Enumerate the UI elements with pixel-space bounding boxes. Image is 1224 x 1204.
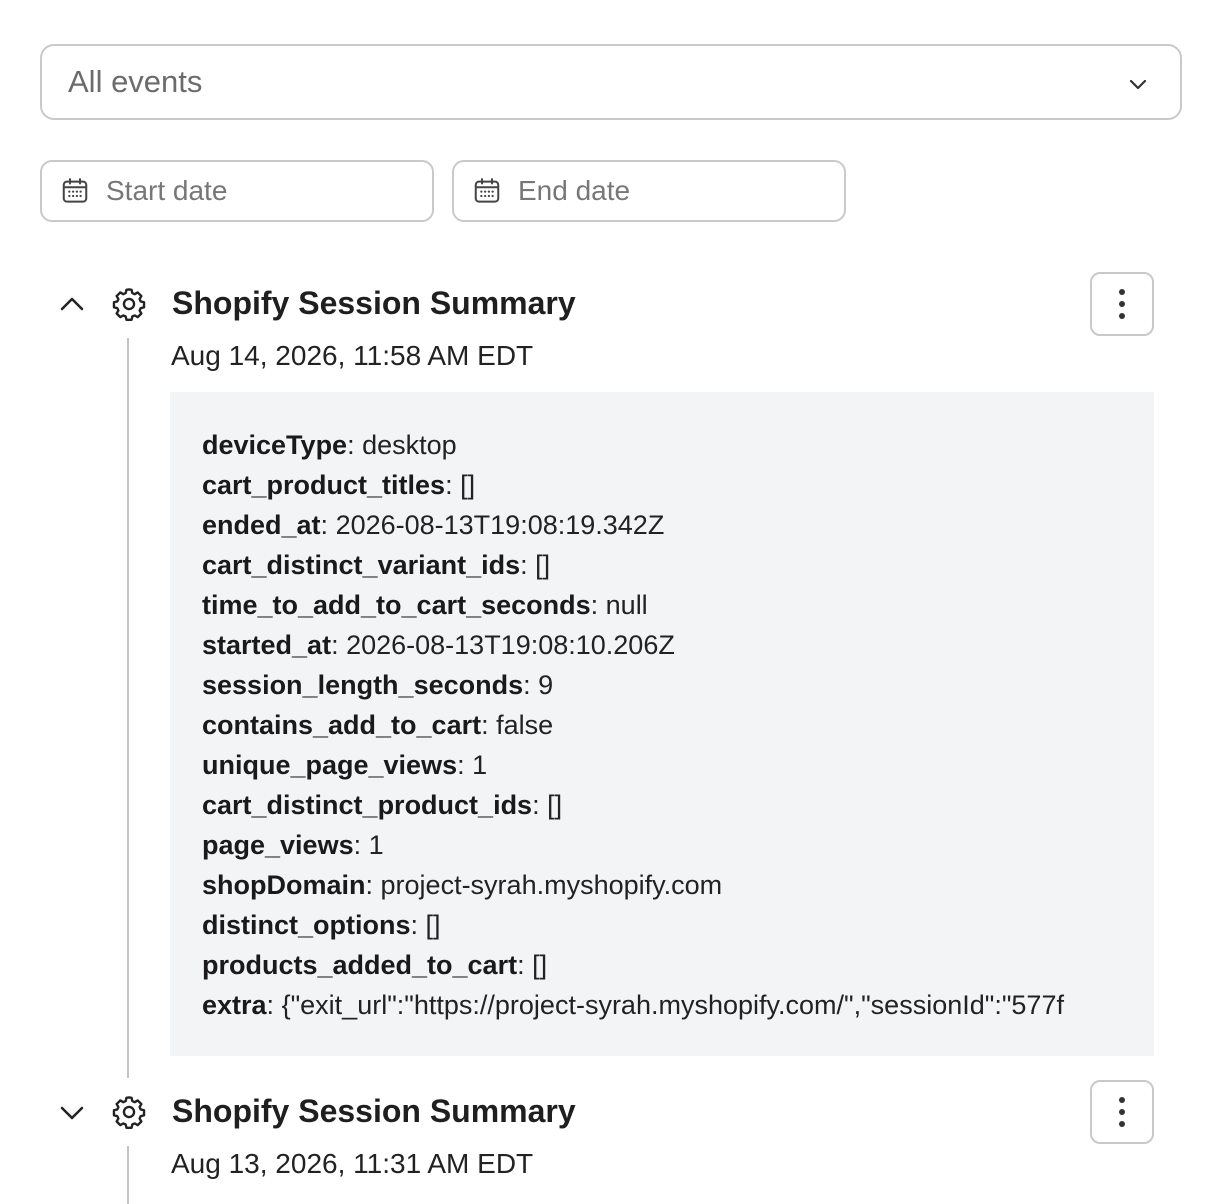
event-filter-value: All events	[68, 64, 203, 99]
property-value: project-syrah.myshopify.com	[380, 870, 723, 900]
property-row: contains_add_to_cart: false	[202, 710, 554, 740]
property-key: cart_product_titles	[202, 470, 446, 500]
property-row: started_at: 2026-08-13T19:08:10.206Z	[202, 630, 675, 660]
property-value: []	[535, 550, 551, 580]
property-value: 1	[472, 750, 488, 780]
property-row: time_to_add_to_cart_seconds: null	[202, 590, 648, 620]
property-key: time_to_add_to_cart_seconds	[202, 590, 591, 620]
property-key: started_at	[202, 630, 332, 660]
more-vertical-icon	[1119, 289, 1125, 295]
property-key: shopDomain	[202, 870, 366, 900]
chevron-up-icon[interactable]	[57, 289, 87, 319]
property-row: cart_distinct_product_ids: []	[202, 790, 563, 820]
property-key: distinct_options	[202, 910, 411, 940]
event-properties-panel: deviceType: desktop cart_product_titles:…	[170, 392, 1154, 1056]
property-value: 1	[368, 830, 384, 860]
property-value: 2026-08-13T19:08:19.342Z	[335, 510, 665, 540]
chevron-down-icon[interactable]	[57, 1098, 87, 1128]
event-title: Shopify Session Summary	[172, 285, 576, 321]
property-key: extra	[202, 990, 267, 1020]
property-key: page_views	[202, 830, 354, 860]
property-key: ended_at	[202, 510, 321, 540]
property-value: false	[496, 710, 554, 740]
start-date-input[interactable]	[106, 175, 406, 207]
property-row: cart_product_titles: []	[202, 470, 476, 500]
more-vertical-icon	[1119, 1097, 1125, 1103]
event-timestamp: Aug 14, 2026, 11:58 AM EDT	[171, 340, 534, 371]
event-menu-button[interactable]	[1090, 272, 1154, 336]
property-key: contains_add_to_cart	[202, 710, 482, 740]
property-key: deviceType	[202, 430, 348, 460]
chevron-down-icon	[1129, 79, 1147, 90]
calendar-icon	[62, 178, 88, 203]
property-key: cart_distinct_product_ids	[202, 790, 533, 820]
timeline-line	[127, 338, 129, 1078]
property-row: page_views: 1	[202, 830, 384, 860]
property-value: desktop	[362, 430, 457, 460]
property-value: null	[605, 590, 648, 620]
property-row: products_added_to_cart: []	[202, 950, 548, 980]
property-row: session_length_seconds: 9	[202, 670, 554, 700]
property-value: 2026-08-13T19:08:10.206Z	[346, 630, 675, 660]
property-row: unique_page_views: 1	[202, 750, 488, 780]
end-date-field[interactable]	[452, 160, 846, 222]
property-value: []	[425, 910, 441, 940]
property-value: 9	[538, 670, 554, 700]
event-timestamp: Aug 13, 2026, 11:31 AM EDT	[171, 1148, 534, 1179]
property-row: shopDomain: project-syrah.myshopify.com	[202, 870, 723, 900]
event-menu-button[interactable]	[1090, 1080, 1154, 1144]
property-value: []	[532, 950, 548, 980]
event-filter-select[interactable]: All events	[40, 44, 1182, 120]
property-row: cart_distinct_variant_ids: []	[202, 550, 551, 580]
property-value: []	[547, 790, 563, 820]
property-row: extra: {"exit_url":"https://project-syra…	[202, 990, 1064, 1020]
property-value: []	[460, 470, 476, 500]
gear-icon	[112, 288, 146, 322]
timeline-line	[127, 1146, 129, 1204]
property-key: products_added_to_cart	[202, 950, 518, 980]
calendar-icon	[474, 178, 500, 203]
property-value: {"exit_url":"https://project-syrah.mysho…	[281, 990, 1064, 1020]
property-key: session_length_seconds	[202, 670, 524, 700]
property-row: ended_at: 2026-08-13T19:08:19.342Z	[202, 510, 665, 540]
gear-icon	[112, 1096, 146, 1130]
property-key: unique_page_views	[202, 750, 458, 780]
end-date-input[interactable]	[518, 175, 818, 207]
start-date-field[interactable]	[40, 160, 434, 222]
property-row: deviceType: desktop	[202, 430, 457, 460]
property-key: cart_distinct_variant_ids	[202, 550, 521, 580]
property-row: distinct_options: []	[202, 910, 441, 940]
event-title: Shopify Session Summary	[172, 1093, 576, 1129]
